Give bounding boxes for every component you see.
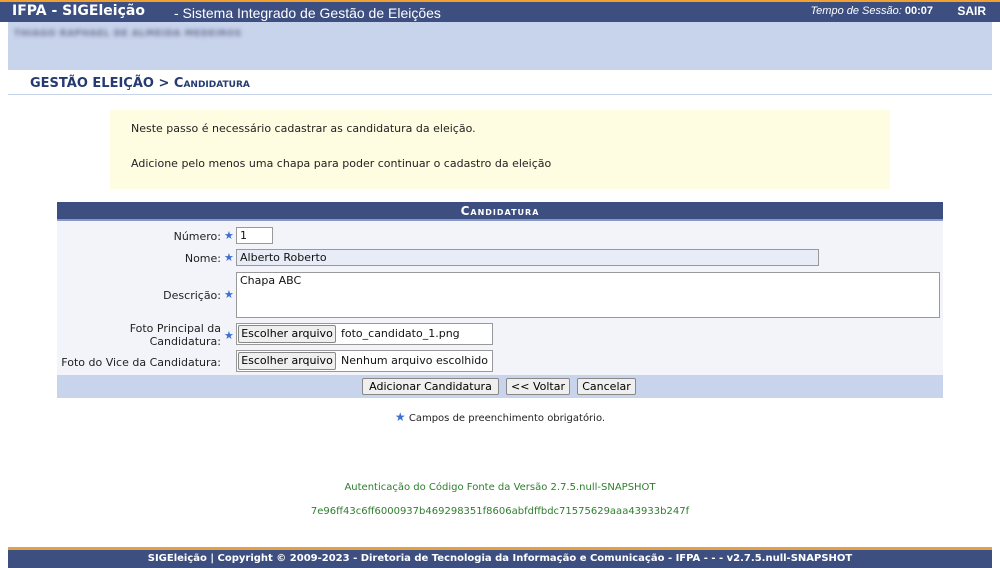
system-description: - Sistema Integrado de Gestão de Eleiçõe… — [174, 5, 441, 21]
breadcrumb-section: GESTÃO ELEIÇÃO > — [30, 76, 170, 91]
back-button[interactable]: << Voltar — [506, 378, 570, 395]
foto-vice-file-input[interactable]: Escolher arquivo Nenhum arquivo escolhid… — [236, 350, 493, 372]
foto-principal-choose-button[interactable]: Escolher arquivo — [238, 325, 336, 343]
required-star-icon: ★ — [224, 288, 234, 301]
session-timer: Tempo de Sessão: 00:07 — [810, 5, 933, 17]
user-name: THIAGO RAPHAEL DE ALMEIDA MEDEIROS — [14, 29, 242, 39]
session-label: Tempo de Sessão: — [810, 5, 902, 17]
foto-principal-label: Foto Principal da Candidatura: — [130, 322, 221, 348]
page-footer: SIGEleição | Copyright © 2009-2023 - Dir… — [8, 547, 992, 568]
required-star-icon: ★ — [224, 329, 234, 342]
nome-label: Nome: — [184, 252, 221, 265]
info-message-box: Neste passo é necessário cadastrar as ca… — [110, 110, 890, 189]
session-time: 00:07 — [904, 5, 933, 17]
cancel-button[interactable]: Cancelar — [577, 378, 636, 395]
required-star-icon: ★ — [394, 410, 406, 424]
foto-principal-file-input[interactable]: Escolher arquivo foto_candidato_1.png — [236, 323, 493, 345]
user-info-band: THIAGO RAPHAEL DE ALMEIDA MEDEIROS — [8, 22, 992, 70]
foto-vice-label: Foto do Vice da Candidatura: — [61, 356, 221, 369]
descricao-textarea[interactable]: Chapa ABC — [236, 272, 940, 318]
required-fields-note: ★ Campos de preenchimento obrigatório. — [0, 410, 1000, 424]
numero-label: Número: — [173, 230, 221, 243]
logout-link[interactable]: SAIR — [957, 4, 986, 18]
breadcrumb-bar: GESTÃO ELEIÇÃO > Candidatura — [8, 70, 992, 95]
add-candidatura-button[interactable]: Adicionar Candidatura — [362, 378, 499, 395]
foto-principal-filename: foto_candidato_1.png — [341, 327, 460, 340]
foto-vice-filename: Nenhum arquivo escolhido — [341, 354, 489, 367]
form-button-bar: Adicionar Candidatura << Voltar Cancelar — [57, 375, 943, 398]
info-line-1: Neste passo é necessário cadastrar as ca… — [131, 122, 476, 135]
nome-input[interactable] — [236, 249, 819, 266]
breadcrumb-page: Candidatura — [173, 76, 250, 91]
required-note-text: Campos de preenchimento obrigatório. — [408, 413, 606, 424]
breadcrumb: GESTÃO ELEIÇÃO > Candidatura — [30, 76, 250, 91]
system-name: IFPA - SIGEleição — [12, 3, 145, 19]
top-header-bar: IFPA - SIGEleição - Sistema Integrado de… — [0, 0, 1000, 22]
foto-principal-label-line2: Candidatura: — [149, 335, 221, 348]
info-line-2: Adicione pelo menos uma chapa para poder… — [131, 157, 552, 170]
form-caption: Candidatura — [57, 202, 943, 221]
descricao-label: Descrição: — [163, 289, 221, 302]
required-star-icon: ★ — [224, 229, 234, 242]
required-star-icon: ★ — [224, 251, 234, 264]
foto-principal-label-line1: Foto Principal da — [129, 322, 221, 335]
source-auth-text: Autenticação do Código Fonte da Versão 2… — [344, 482, 656, 493]
foto-vice-choose-button[interactable]: Escolher arquivo — [238, 352, 336, 370]
candidatura-form: Candidatura Número: ★ Nome: ★ Descrição:… — [57, 202, 943, 398]
source-auth-hash: 7e96ff43c6ff6000937b469298351f8606abfdff… — [310, 506, 690, 517]
numero-input[interactable] — [236, 227, 273, 244]
